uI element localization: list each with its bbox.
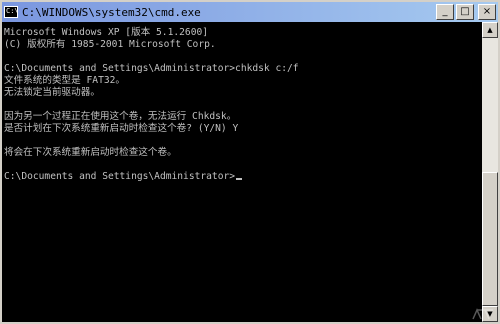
title-bar[interactable]: C:\ C:\WINDOWS\system32\cmd.exe _ □ × bbox=[2, 2, 498, 22]
console-line: (C) 版权所有 1985-2001 Microsoft Corp. bbox=[4, 39, 216, 50]
prompt-line[interactable]: C:\Documents and Settings\Administrator> bbox=[4, 171, 482, 183]
cmd-icon[interactable]: C:\ bbox=[4, 6, 19, 18]
console-line: 是否计划在下次系统重新启动时检查这个卷? (Y/N) Y bbox=[4, 123, 239, 134]
window-title: C:\WINDOWS\system32\cmd.exe bbox=[22, 5, 201, 19]
text-cursor bbox=[236, 178, 243, 180]
console-line: 无法锁定当前驱动器。 bbox=[4, 87, 100, 98]
watermark-logo-icon bbox=[472, 308, 493, 320]
vertical-scrollbar[interactable]: ▲ ▼ bbox=[482, 22, 498, 322]
console-line: 将会在下次系统重新启动时检查这个卷。 bbox=[4, 147, 177, 158]
arrow-up-icon: ▲ bbox=[487, 26, 493, 34]
minimize-button[interactable]: _ bbox=[436, 4, 454, 20]
console-line: 文件系统的类型是 FAT32。 bbox=[4, 75, 125, 86]
title-buttons: _ □ × bbox=[436, 4, 496, 20]
console-output[interactable]: Microsoft Windows XP [版本 5.1.2600] (C) 版… bbox=[2, 22, 482, 322]
console-line: C:\Documents and Settings\Administrator>… bbox=[4, 63, 299, 74]
prompt-text: C:\Documents and Settings\Administrator> bbox=[4, 171, 236, 182]
scrollbar-thumb[interactable] bbox=[482, 172, 498, 306]
cmd-window: C:\ C:\WINDOWS\system32\cmd.exe _ □ × Mi… bbox=[0, 0, 500, 324]
console-line: 因为另一个过程正在使用这个卷，无法运行 Chkdsk。 bbox=[4, 111, 237, 122]
scroll-up-button[interactable]: ▲ bbox=[482, 22, 498, 38]
close-button[interactable]: × bbox=[478, 4, 496, 20]
maximize-button[interactable]: □ bbox=[456, 4, 474, 20]
console-line: Microsoft Windows XP [版本 5.1.2600] bbox=[4, 27, 209, 38]
